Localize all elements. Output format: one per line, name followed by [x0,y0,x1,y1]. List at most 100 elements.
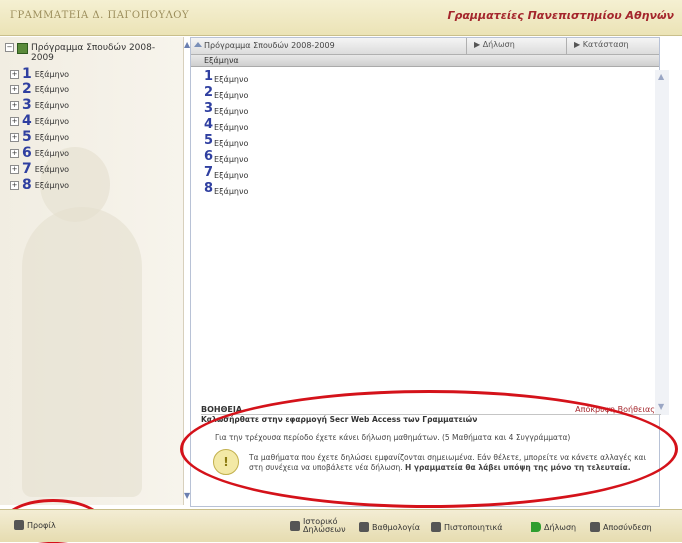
footer-toolbar: Προφίλ Ιστορικό Δηλώσεων Βαθμολογία Πιστ… [0,509,682,542]
expand-icon[interactable]: + [10,148,19,158]
semester-number: 4 [22,113,32,129]
profile-button[interactable]: Προφίλ [14,520,56,530]
collapse-icon[interactable]: − [5,43,14,52]
column-header-label: Εξάμηνα [204,56,239,65]
semester-label: Εξάμηνο [214,75,249,84]
history-button[interactable]: Ιστορικό Δηλώσεων [290,517,346,534]
expand-icon[interactable]: + [10,132,19,142]
app-header: ΓΡΑΜΜΑΤΕΙΑ Δ. ΠΑΓΟΠΟΥΛΟΥ Γραμματείες Παν… [0,0,682,36]
profile-label: Προφίλ [27,520,56,530]
arrow-right-icon [531,522,541,532]
logout-icon [590,522,600,532]
certificates-label: Πιστοποιητικά [444,522,503,532]
scroll-up-icon[interactable]: ▲ [184,40,190,49]
statue-background-image [22,207,142,497]
semester-number: 2 [204,85,214,100]
semester-number: 8 [204,181,214,196]
pencil-icon [290,521,300,531]
main-scrollbar[interactable]: ▲ ▼ [655,70,669,415]
sidebar-item-semester-8[interactable]: + 8 Εξάμηνο [10,177,69,193]
tab-declaration[interactable]: ▶ Δήλωση [474,40,515,49]
history-label: Ιστορικό Δηλώσεων [303,517,346,534]
sidebar-tree: − Πρόγραμμα Σπουδών 2008-2009 + 1 Εξάμην… [0,37,184,505]
brand-logo-text: ΓΡΑΜΜΑΤΕΙΑ Δ. ΠΑΓΟΠΟΥΛΟΥ [10,10,190,21]
panel-header: Πρόγραμμα Σπουδών 2008-2009 ▶ Δήλωση ▶ Κ… [191,38,659,55]
semester-label: Εξάμηνο [34,164,70,174]
semester-label: Εξάμηνο [34,100,70,110]
declaration-label: Δήλωση [544,522,577,532]
semester-number: 8 [22,177,32,193]
semester-number: 3 [204,101,214,116]
semester-label: Εξάμηνο [214,91,249,100]
semester-label: Εξάμηνο [214,187,249,196]
semester-number: 3 [22,97,32,113]
app-title: Γραμματείες Πανεπιστημίου Αθηνών [447,9,674,22]
tab-label: Κατάσταση [582,40,629,49]
expand-icon[interactable]: + [10,84,19,94]
semester-number: 6 [22,145,32,161]
semester-label: Εξάμηνο [34,180,70,190]
list-item-semester-4[interactable]: 4 Εξάμηνο [204,117,248,132]
collapse-arrow-icon[interactable] [194,42,202,47]
list-item-semester-3[interactable]: 3 Εξάμηνο [204,101,248,116]
list-item-semester-1[interactable]: 1 Εξάμηνο [204,69,248,84]
semester-label: Εξάμηνο [34,84,70,94]
sidebar-item-semester-2[interactable]: + 2 Εξάμηνο [10,81,69,97]
sidebar-item-semester-7[interactable]: + 7 Εξάμηνο [10,161,69,177]
column-divider [466,38,467,54]
tree-root-label[interactable]: Πρόγραμμα Σπουδών 2008-2009 [31,43,171,63]
semester-label: Εξάμηνο [214,123,249,132]
sidebar-item-semester-6[interactable]: + 6 Εξάμηνο [10,145,69,161]
semester-number: 5 [204,133,214,148]
semester-number: 6 [204,149,214,164]
grades-label: Βαθμολογία [372,522,420,532]
semester-number: 2 [22,81,32,97]
expand-icon[interactable]: + [10,164,19,174]
semester-label: Εξάμηνο [214,107,249,116]
semester-label: Εξάμηνο [214,155,249,164]
tab-status[interactable]: ▶ Κατάσταση [574,40,629,49]
semester-number: 1 [22,66,32,82]
user-icon [14,520,24,530]
sidebar-item-semester-3[interactable]: + 3 Εξάμηνο [10,97,69,113]
declaration-button[interactable]: Δήλωση [531,522,576,532]
list-item-semester-5[interactable]: 5 Εξάμηνο [204,133,248,148]
column-divider [566,38,567,54]
semester-label: Εξάμηνο [214,171,249,180]
semester-number: 7 [22,161,32,177]
semester-label: Εξάμηνο [34,148,70,158]
semester-label: Εξάμηνο [34,116,70,126]
expand-icon[interactable]: + [10,100,19,110]
scroll-down-icon[interactable]: ▼ [184,491,190,500]
sidebar-item-semester-1[interactable]: + 1 Εξάμηνο [10,66,69,82]
pencil-icon [359,522,369,532]
list-item-semester-7[interactable]: 7 Εξάμηνο [204,165,248,180]
annotation-ellipse-help [180,390,678,508]
expand-icon[interactable]: + [10,180,19,190]
list-item-semester-6[interactable]: 6 Εξάμηνο [204,149,248,164]
semester-number: 5 [22,129,32,145]
certificate-icon [431,522,441,532]
semester-label: Εξάμηνο [34,69,70,79]
expand-icon[interactable]: + [10,69,19,79]
grades-button[interactable]: Βαθμολογία [359,522,420,532]
list-item-semester-2[interactable]: 2 Εξάμηνο [204,85,248,100]
semester-number: 1 [204,69,214,84]
semester-number: 7 [204,165,214,180]
logout-label: Αποσύνδεση [603,522,652,532]
certificates-button[interactable]: Πιστοποιητικά [431,522,503,532]
panel-title: Πρόγραμμα Σπουδών 2008-2009 [204,41,335,50]
sidebar-item-semester-4[interactable]: + 4 Εξάμηνο [10,113,69,129]
semester-number: 4 [204,117,214,132]
expand-icon[interactable]: + [10,116,19,126]
column-header: Εξάμηνα [191,55,659,67]
sidebar-item-semester-5[interactable]: + 5 Εξάμηνο [10,129,69,145]
tree-root[interactable]: − Πρόγραμμα Σπουδών 2008-2009 [5,43,171,63]
semester-label: Εξάμηνο [214,139,249,148]
program-icon [17,43,28,54]
semester-label: Εξάμηνο [34,132,70,142]
logout-button[interactable]: Αποσύνδεση [590,522,652,532]
tab-label: Δήλωση [482,40,515,49]
scroll-up-icon[interactable]: ▲ [658,72,664,81]
list-item-semester-8[interactable]: 8 Εξάμηνο [204,181,248,196]
